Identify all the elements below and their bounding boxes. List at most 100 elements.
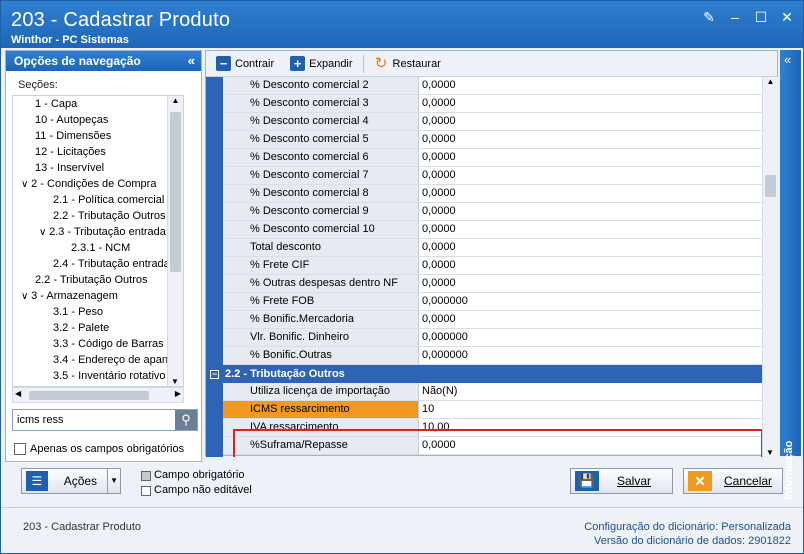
scroll-up-icon[interactable]: ▲: [763, 77, 778, 86]
information-panel[interactable]: « Informação: [780, 50, 801, 500]
tree-item[interactable]: 2.2 - Tributação Outros: [13, 272, 183, 288]
tree-item[interactable]: 2.2 - Tributação Outros: [13, 208, 183, 224]
tree-item[interactable]: ∨ 3 - Armazenagem: [13, 288, 183, 304]
tree-item-label: 2.3 - Tributação entrada: [49, 226, 166, 238]
tree-item-label: 3.3 - Código de Barras: [53, 338, 164, 350]
actions-button[interactable]: ☰ Ações ▼: [21, 468, 121, 494]
grid-scroll-thumb[interactable]: [765, 175, 776, 197]
scroll-right-icon[interactable]: ▶: [175, 389, 181, 398]
tree-horizontal-scrollbar[interactable]: ◀ ▶: [12, 387, 184, 403]
property-value[interactable]: 0,0000: [420, 113, 762, 130]
tree-item-label: 3.1 - Peso: [53, 306, 104, 318]
maximize-icon[interactable]: ☐: [753, 9, 769, 25]
grid-toolbar: − Contrair + Expandir ↻ Restaurar: [206, 51, 777, 77]
minimize-icon[interactable]: –: [727, 9, 743, 25]
collapse-left-icon[interactable]: «: [188, 53, 195, 68]
tree-item-label: 2.3.1 - NCM: [71, 242, 131, 254]
property-row: Utiliza licença de importação Não(N): [223, 383, 762, 401]
tree-item[interactable]: 3.4 - Endereço de apanha: [13, 352, 183, 368]
expand-toggle-icon[interactable]: ∨: [39, 227, 49, 238]
property-value[interactable]: 0,0000: [420, 131, 762, 148]
expand-toggle-icon[interactable]: ∨: [21, 291, 31, 302]
property-value[interactable]: 0,000000: [420, 293, 762, 310]
property-value[interactable]: 0,0000: [420, 167, 762, 184]
scroll-down-icon[interactable]: ▼: [763, 448, 777, 457]
minus-icon: −: [216, 56, 231, 71]
tree-item[interactable]: 1 - Capa: [13, 96, 183, 112]
tree-item[interactable]: ∨ 2.3 - Tributação entrada: [13, 224, 183, 240]
save-icon: 💾: [575, 471, 599, 491]
property-row: % Desconto comercial 5 0,0000: [223, 131, 762, 149]
grid-scrollbar[interactable]: ▲ ▼: [762, 77, 778, 457]
property-value[interactable]: 0,000000: [420, 347, 762, 364]
tree-item[interactable]: 2.4 - Tributação entrada I:: [13, 256, 183, 272]
section-search-input[interactable]: [13, 410, 173, 430]
property-value[interactable]: 0,000000: [420, 329, 762, 346]
collapse-right-icon[interactable]: «: [784, 52, 791, 67]
cancel-icon: ✕: [688, 471, 712, 491]
property-value[interactable]: 0,0000: [420, 221, 762, 238]
edit-icon[interactable]: ✎: [701, 9, 717, 25]
property-label: % Bonific.Outras: [223, 347, 419, 364]
required-swatch: [141, 470, 151, 481]
required-legend-label: Campo obrigatório: [154, 469, 245, 481]
search-icon[interactable]: ⚲: [175, 410, 197, 430]
property-grid: % Desconto comercial 2 0,0000% Desconto c…: [206, 77, 762, 457]
hscroll-thumb[interactable]: [29, 391, 149, 400]
property-value[interactable]: 0,0000: [420, 311, 762, 328]
checkbox-box[interactable]: [14, 443, 26, 455]
property-value[interactable]: 10: [420, 401, 762, 418]
tree-item[interactable]: 3.5 - Inventário rotativo: [13, 368, 183, 384]
property-label: % Desconto comercial 3: [223, 95, 419, 112]
property-value[interactable]: 0,0000: [420, 95, 762, 112]
tree-scrollbar[interactable]: ▲ ▼: [167, 96, 183, 386]
property-value[interactable]: Não(N): [420, 383, 762, 400]
scroll-thumb[interactable]: [170, 112, 181, 272]
collapse-button[interactable]: − Contrair: [210, 53, 280, 75]
cancel-button[interactable]: ✕ Cancelar: [683, 468, 783, 494]
scroll-up-icon[interactable]: ▲: [168, 96, 183, 105]
tree-item[interactable]: 2.3.1 - NCM: [13, 240, 183, 256]
tree-item[interactable]: 10 - Autopeças: [13, 112, 183, 128]
expand-toggle-icon[interactable]: ∨: [21, 179, 31, 190]
only-required-checkbox[interactable]: Apenas os campos obrigatórios: [14, 443, 184, 455]
scroll-left-icon[interactable]: ◀: [15, 389, 21, 398]
tree-item[interactable]: ∨ 2 - Condições de Compra: [13, 176, 183, 192]
property-label: Total desconto: [223, 239, 419, 256]
tree-item[interactable]: 3.3 - Código de Barras: [13, 336, 183, 352]
property-value[interactable]: 0,0000: [420, 257, 762, 274]
property-value[interactable]: 0,0000: [420, 77, 762, 94]
dropdown-arrow-icon[interactable]: ▼: [107, 469, 120, 493]
tree-item-label: 13 - Inservível: [35, 162, 105, 174]
tree-item[interactable]: 13 - Inservível: [13, 160, 183, 176]
information-label: Informação: [783, 440, 795, 500]
property-value[interactable]: 0,0000: [420, 203, 762, 220]
save-label: Salvar: [617, 474, 652, 488]
close-icon[interactable]: ✕: [779, 9, 795, 25]
property-label: % Desconto comercial 9: [223, 203, 419, 220]
property-row: Total desconto 0,0000: [223, 239, 762, 257]
save-button[interactable]: 💾 Salvar: [570, 468, 673, 494]
property-value[interactable]: 0,0000: [420, 185, 762, 202]
expand-button[interactable]: + Expandir: [284, 53, 358, 75]
collapse-group-icon[interactable]: −: [210, 369, 219, 379]
property-label: % Desconto comercial 7: [223, 167, 419, 184]
tree-item[interactable]: 2.1 - Política comercial com: [13, 192, 183, 208]
restore-button[interactable]: ↻ Restaurar: [368, 53, 447, 75]
property-value[interactable]: 0,0000: [420, 239, 762, 256]
collapse-label: Contrair: [235, 57, 275, 70]
scroll-down-icon[interactable]: ▼: [168, 377, 182, 386]
property-row: % Desconto comercial 4 0,0000: [223, 113, 762, 131]
property-value[interactable]: 0,0000: [420, 275, 762, 292]
tree-item[interactable]: 3.2 - Palete: [13, 320, 183, 336]
only-required-label: Apenas os campos obrigatórios: [30, 443, 185, 455]
property-row: % Frete FOB 0,000000: [223, 293, 762, 311]
tree-item-label: 3.4 - Endereço de apanha: [53, 354, 181, 366]
property-row: % Frete CIF 0,0000: [223, 257, 762, 275]
group-header[interactable]: −2.2 - Tributação Outros: [206, 365, 762, 383]
tree-item[interactable]: 12 - Licitações: [13, 144, 183, 160]
property-label: % Outras despesas dentro NF: [223, 275, 419, 292]
property-value[interactable]: 0,0000: [420, 149, 762, 166]
tree-item[interactable]: 3.1 - Peso: [13, 304, 183, 320]
tree-item[interactable]: 11 - Dimensões: [13, 128, 183, 144]
